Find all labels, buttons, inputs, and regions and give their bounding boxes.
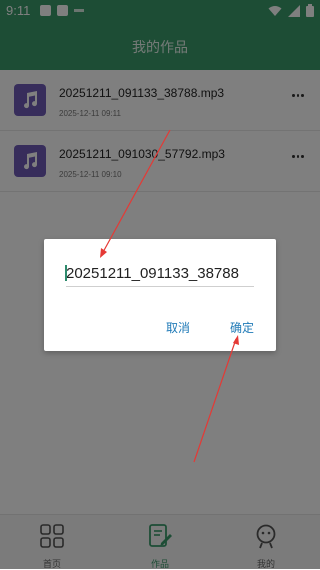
cancel-button[interactable]: 取消 [166, 319, 190, 336]
text-cursor [65, 265, 67, 281]
rename-input[interactable] [66, 265, 254, 287]
rename-dialog: 取消 确定 [44, 239, 276, 351]
confirm-button[interactable]: 确定 [230, 319, 254, 336]
